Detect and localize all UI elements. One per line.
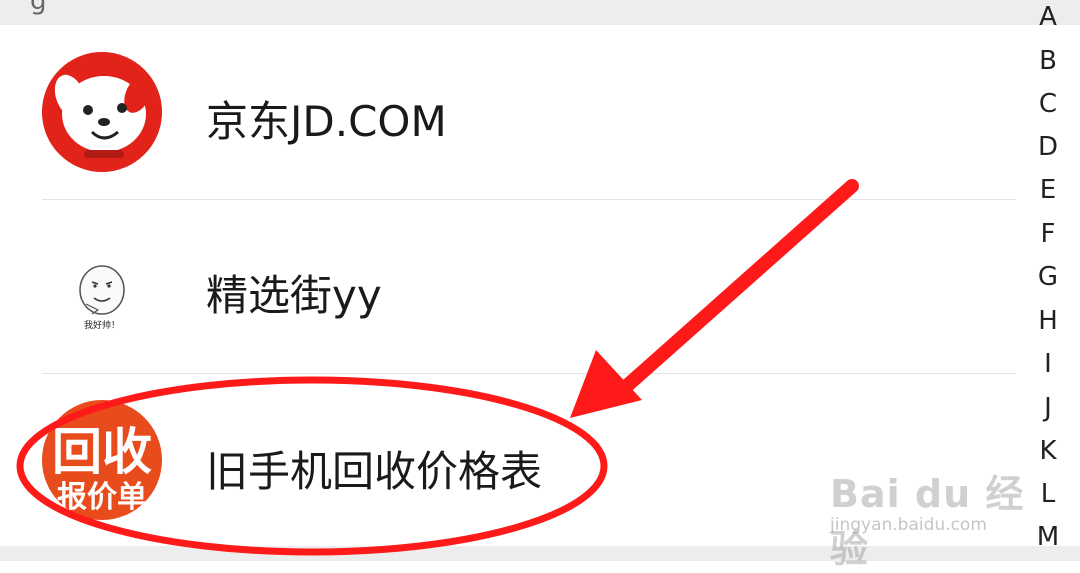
contact-row-jd[interactable]: 京东JD.COM (0, 26, 1020, 199)
index-letter-f[interactable]: F (1026, 219, 1070, 249)
index-letter-i[interactable]: I (1026, 349, 1070, 379)
index-letter-a[interactable]: A (1026, 2, 1070, 32)
index-letter-k[interactable]: K (1026, 436, 1070, 466)
contact-name: 旧手机回收价格表 (206, 447, 543, 496)
next-section-header (0, 546, 1080, 561)
section-header-letter: g (30, 0, 47, 16)
index-letter-b[interactable]: B (1026, 46, 1070, 76)
index-letter-d[interactable]: D (1026, 132, 1070, 162)
recycle-price-avatar-icon: 回收 报价单 (42, 400, 162, 520)
avatar-caption: 我好帅！ (83, 321, 120, 331)
index-letter-l[interactable]: L (1026, 479, 1070, 509)
index-letter-c[interactable]: C (1026, 89, 1070, 119)
index-letter-g[interactable]: G (1026, 262, 1070, 292)
meme-face-avatar-icon: 我好帅！ (62, 258, 142, 338)
contact-name: 精选街yy (206, 271, 382, 320)
alphabet-index-bar[interactable]: A B C D E F G H I J K L M (1026, 0, 1070, 561)
contact-row-recycle[interactable]: 回收 报价单 旧手机回收价格表 (0, 374, 1020, 547)
index-letter-e[interactable]: E (1026, 175, 1070, 205)
index-letter-m[interactable]: M (1026, 522, 1070, 552)
index-letter-h[interactable]: H (1026, 306, 1070, 336)
contact-row-jingxuanjie[interactable]: 我好帅！ 精选街yy (0, 200, 1020, 373)
index-letter-j[interactable]: J (1026, 393, 1070, 423)
contact-name: 京东JD.COM (206, 97, 447, 146)
jd-dog-avatar-icon (42, 52, 162, 172)
avatar-text-line2: 报价单 (57, 480, 147, 515)
section-header: g (0, 0, 1080, 25)
